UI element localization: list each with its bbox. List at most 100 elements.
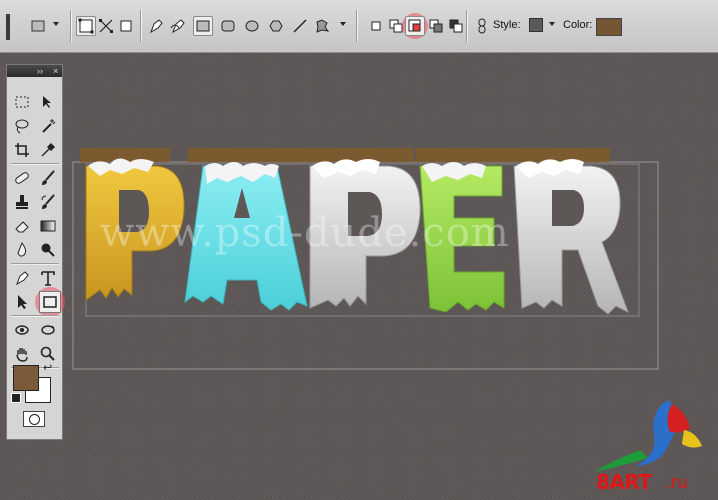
custom-shape-button[interactable]	[312, 16, 332, 36]
logo-suffix: .ru	[665, 473, 689, 493]
link-layer-style-button[interactable]	[472, 16, 492, 36]
shape-layers-icon	[78, 18, 94, 34]
blur-tool[interactable]	[11, 239, 33, 261]
line-button[interactable]	[290, 16, 310, 36]
crop-tool[interactable]	[11, 139, 33, 161]
intersect-shape-button[interactable]	[426, 16, 446, 36]
new-shape-icon	[371, 21, 381, 31]
bandage-icon	[15, 172, 29, 184]
divider	[11, 163, 59, 165]
intersect-shape-icon	[429, 19, 443, 33]
3d-rotate-icon	[15, 325, 29, 335]
style-picker[interactable]	[529, 18, 543, 32]
clone-stamp-tool[interactable]	[11, 191, 33, 213]
subtract-from-shape-button[interactable]	[405, 16, 425, 36]
letter-r-silver	[510, 148, 629, 315]
rectangle-tool-icon	[31, 20, 45, 32]
hand-icon	[16, 348, 28, 362]
chevron-down-icon[interactable]	[549, 22, 555, 26]
new-shape-layer-button[interactable]	[366, 16, 386, 36]
move-icon	[43, 96, 51, 108]
dodge-tool[interactable]	[37, 239, 59, 261]
magic-wand-tool[interactable]	[37, 115, 59, 137]
options-bar-grip[interactable]	[6, 14, 10, 40]
zoom-icon	[40, 346, 55, 361]
quick-mask-button[interactable]	[23, 411, 45, 427]
rounded-rectangle-button[interactable]	[218, 16, 238, 36]
history-brush-tool[interactable]	[37, 191, 59, 213]
move-tool[interactable]	[37, 91, 59, 113]
tools-panel: ›› × ↩	[6, 64, 65, 440]
fill-pixels-button[interactable]	[116, 16, 136, 36]
pen-icon	[150, 19, 163, 34]
close-icon[interactable]: ×	[53, 65, 58, 77]
lasso-icon	[15, 119, 29, 134]
pen-icon	[16, 271, 29, 286]
foreground-color-swatch-front[interactable]	[13, 365, 39, 391]
3d-rotate-tool[interactable]	[11, 319, 33, 341]
color-swatch[interactable]	[596, 18, 622, 36]
divider	[356, 10, 358, 42]
eyedropper-tool[interactable]	[37, 139, 59, 161]
stamp-icon	[16, 195, 28, 209]
pen-tool-button[interactable]	[146, 16, 166, 36]
color-label: Color:	[563, 19, 593, 31]
marquee-tool[interactable]	[11, 91, 33, 113]
brush-tool[interactable]	[37, 167, 59, 189]
line-icon	[293, 19, 307, 33]
gradient-icon	[40, 220, 56, 232]
fill-pixels-icon	[120, 20, 132, 32]
freeform-pen-icon	[170, 19, 185, 34]
rectangle-tool[interactable]	[39, 291, 61, 313]
divider	[70, 10, 72, 42]
ellipse-button[interactable]	[242, 16, 262, 36]
shape-layers-button[interactable]	[76, 16, 96, 36]
type-tool[interactable]	[37, 267, 59, 289]
hand-tool[interactable]	[11, 343, 33, 365]
chain-link-icon	[478, 18, 486, 34]
options-bar: Style: Color:	[0, 0, 718, 53]
divider	[140, 10, 142, 42]
marquee-icon	[15, 96, 29, 108]
chevron-down-icon[interactable]	[53, 22, 59, 26]
3d-orbit-icon	[41, 325, 55, 335]
exclude-overlap-button[interactable]	[446, 16, 466, 36]
3d-orbit-tool[interactable]	[37, 319, 59, 341]
subtract-shape-icon	[408, 19, 421, 32]
polygon-icon	[269, 20, 283, 32]
style-label: Style:	[493, 19, 521, 31]
brush-icon	[42, 170, 55, 185]
rectangle-icon	[196, 20, 210, 32]
rectangle-icon	[43, 296, 57, 308]
gradient-tool[interactable]	[37, 215, 59, 237]
history-brush-icon	[41, 194, 55, 209]
divider	[466, 10, 468, 42]
rectangle-shape-button[interactable]	[193, 16, 213, 36]
polygon-button[interactable]	[266, 16, 286, 36]
divider	[11, 315, 59, 317]
tool-preset-picker[interactable]	[28, 16, 48, 36]
paths-icon	[99, 19, 113, 33]
eraser-icon	[15, 221, 29, 233]
healing-brush-tool[interactable]	[11, 167, 33, 189]
tools-panel-header[interactable]: ›› ×	[7, 65, 62, 77]
eraser-tool[interactable]	[11, 215, 33, 237]
quick-mask-icon	[28, 413, 40, 425]
custom-shape-icon	[316, 19, 330, 33]
chevron-down-icon[interactable]	[340, 22, 346, 26]
path-selection-tool[interactable]	[11, 291, 33, 313]
magic-wand-icon	[42, 119, 56, 133]
swap-colors-icon[interactable]: ↩	[43, 361, 52, 374]
parrot-logo	[594, 400, 702, 472]
watermark-text: www.psd-dude.com	[100, 210, 510, 256]
collapse-icon[interactable]: ››	[37, 65, 43, 77]
lasso-tool[interactable]	[11, 115, 33, 137]
blur-icon	[17, 242, 27, 257]
default-colors-icon[interactable]	[11, 393, 21, 403]
exclude-overlap-icon	[449, 19, 463, 33]
logo-text: 8ART	[596, 470, 652, 494]
freeform-pen-button[interactable]	[168, 16, 188, 36]
arrow-icon	[18, 295, 27, 309]
pen-tool[interactable]	[11, 267, 33, 289]
paths-button[interactable]	[96, 16, 116, 36]
